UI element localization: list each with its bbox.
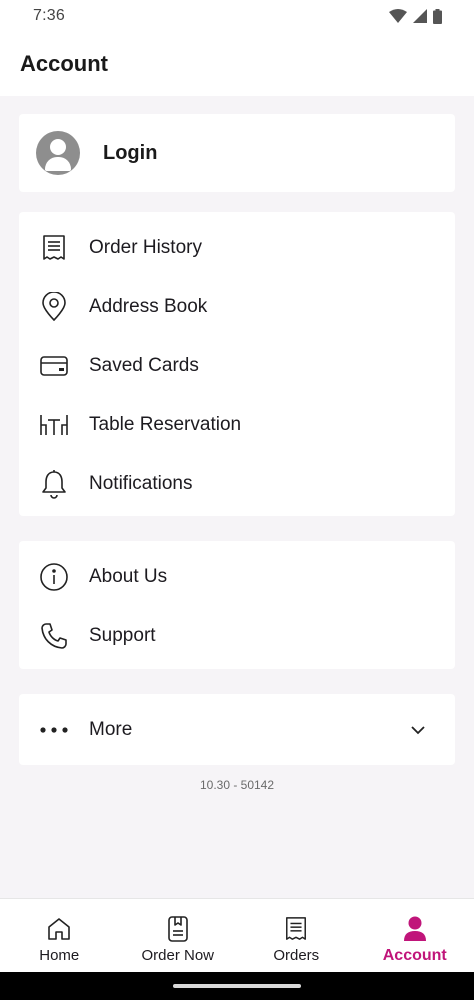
menu-item-order-history[interactable]: Order History xyxy=(19,218,455,277)
menu-book-icon xyxy=(164,915,192,943)
nav-label: Account xyxy=(382,947,447,964)
system-gesture-bar xyxy=(0,972,474,1000)
nav-label: Home xyxy=(39,947,80,964)
version-label: 10.30 - 50142 xyxy=(199,778,275,792)
person-icon xyxy=(401,915,429,943)
menu-item-table-reservation[interactable]: Table Reservation xyxy=(19,395,455,454)
home-icon xyxy=(45,915,73,943)
menu-label: Address Book xyxy=(89,295,208,317)
menu-item-about-us[interactable]: About Us xyxy=(19,547,455,606)
status-bar: 7:36 xyxy=(0,0,474,32)
menu-label: About Us xyxy=(89,565,168,587)
bell-icon xyxy=(39,469,69,499)
menu-label: Order History xyxy=(89,236,202,258)
location-pin-icon xyxy=(39,291,69,322)
menu-label: Notifications xyxy=(89,472,193,494)
receipt-icon xyxy=(282,915,310,943)
account-menu-secondary: About Us Support xyxy=(19,541,455,669)
menu-item-support[interactable]: Support xyxy=(19,606,455,665)
chevron-down-icon xyxy=(411,725,425,734)
more-toggle[interactable]: More xyxy=(19,694,455,765)
table-icon xyxy=(39,410,69,440)
menu-item-address-book[interactable]: Address Book xyxy=(19,277,455,336)
more-card: More xyxy=(19,694,455,765)
nav-label: Order Now xyxy=(141,947,215,964)
receipt-icon xyxy=(39,233,69,263)
info-icon xyxy=(39,562,69,592)
account-menu-primary: Order History Address Book Saved Cards T… xyxy=(19,212,455,516)
menu-item-saved-cards[interactable]: Saved Cards xyxy=(19,336,455,395)
bottom-nav: Home Order Now Orders Account xyxy=(0,898,474,972)
page-title: Account xyxy=(20,51,108,76)
credit-card-icon xyxy=(39,351,69,381)
menu-label: Support xyxy=(89,624,156,646)
wifi-icon xyxy=(389,9,407,23)
nav-item-home[interactable]: Home xyxy=(0,899,119,972)
menu-label: Saved Cards xyxy=(89,354,199,376)
login-card[interactable]: Login xyxy=(19,114,455,192)
nav-label: Orders xyxy=(273,947,320,964)
menu-label: More xyxy=(89,718,133,740)
nav-item-account[interactable]: Account xyxy=(356,899,474,972)
avatar-icon xyxy=(36,131,80,175)
menu-item-notifications[interactable]: Notifications xyxy=(19,454,455,513)
app-header: Account xyxy=(0,32,474,96)
phone-icon xyxy=(39,621,69,651)
nav-item-orders[interactable]: Orders xyxy=(237,899,356,972)
battery-icon xyxy=(433,8,442,24)
status-time: 7:36 xyxy=(33,7,65,24)
nav-item-order-now[interactable]: Order Now xyxy=(119,899,238,972)
menu-label: Table Reservation xyxy=(89,413,242,435)
gesture-handle[interactable] xyxy=(173,984,301,988)
more-dots-icon xyxy=(39,715,69,745)
signal-icon xyxy=(413,9,427,23)
status-icons xyxy=(389,8,442,24)
login-label: Login xyxy=(103,141,158,164)
